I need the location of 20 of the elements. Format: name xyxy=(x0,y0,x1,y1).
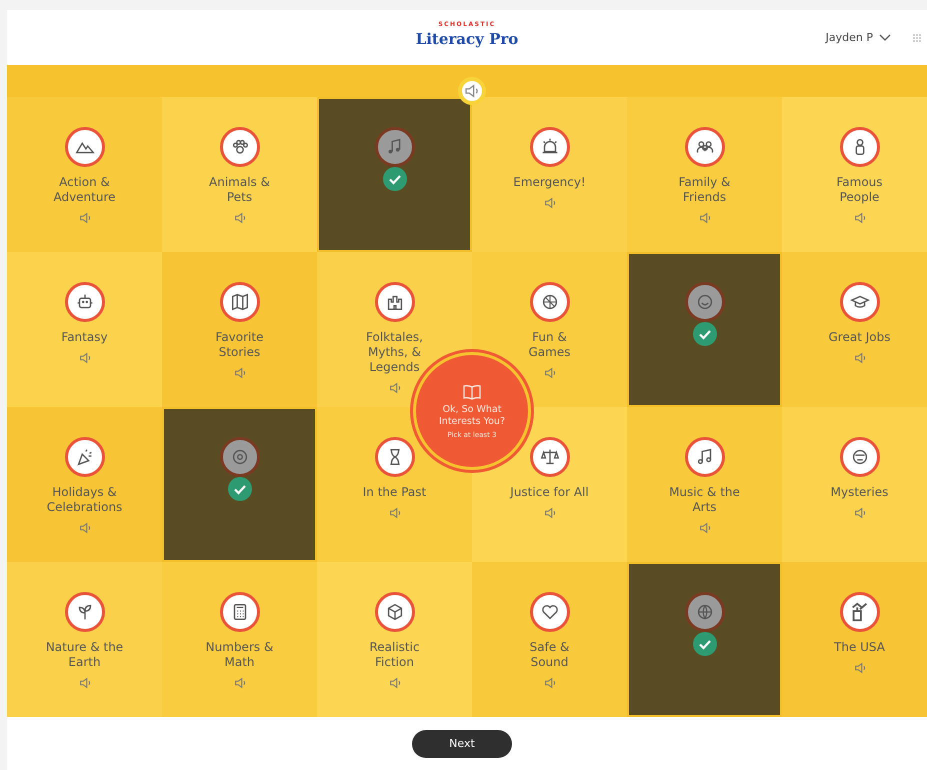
interest-label: Mysteries xyxy=(830,485,888,500)
interest-label: Justice for All xyxy=(510,485,589,500)
interest-label: Fantasy xyxy=(61,330,108,345)
interest-label: The USA xyxy=(834,640,885,655)
interest-label: Famous People xyxy=(835,175,884,205)
interest-label: Folktales, Myths, & Legends xyxy=(365,330,424,375)
interest-label: Holidays & Celebrations xyxy=(46,485,124,515)
interest-label: Favorite Stories xyxy=(214,330,264,360)
interest-label: Music & the Arts xyxy=(668,485,741,515)
interest-label: Animals & Pets xyxy=(208,175,271,205)
interest-label: Realistic Fiction xyxy=(368,640,421,670)
interest-label: Nature & the Earth xyxy=(44,640,124,670)
interest-label: Numbers & Math xyxy=(204,640,274,670)
interest-label: Action & Adventure xyxy=(52,175,117,205)
interest-label: Family & Friends xyxy=(678,175,732,205)
interest-label: Fun & Games xyxy=(528,330,572,360)
interest-label: Safe & Sound xyxy=(528,640,570,670)
interest-label: Emergency! xyxy=(513,175,586,190)
interest-label: Great Jobs xyxy=(828,330,890,345)
interest-label: In the Past xyxy=(362,485,426,500)
